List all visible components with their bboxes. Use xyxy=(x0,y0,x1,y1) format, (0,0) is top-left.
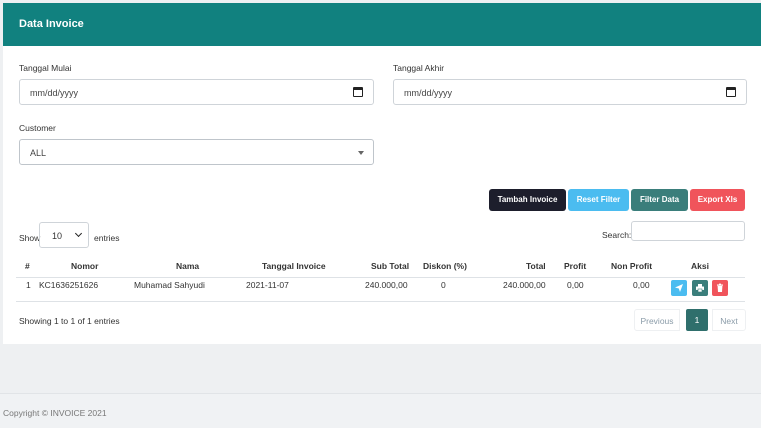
invoice-card: Data Invoice xyxy=(3,3,761,344)
send-icon xyxy=(675,284,683,292)
filter-data-button[interactable]: Filter Data xyxy=(631,189,688,211)
table-info: Showing 1 to 1 of 1 entries xyxy=(19,316,120,326)
send-button[interactable] xyxy=(671,280,687,296)
cell-index: 1 xyxy=(26,280,31,290)
add-invoice-button[interactable]: Tambah Invoice xyxy=(489,189,566,211)
next-page-button[interactable]: Next xyxy=(712,309,746,331)
page-title: Data Invoice xyxy=(3,3,761,46)
calendar-icon[interactable] xyxy=(353,87,363,97)
end-date-input[interactable]: mm/dd/yyyy xyxy=(393,79,747,105)
column-header[interactable]: Tanggal Invoice xyxy=(262,261,326,271)
start-date-input[interactable]: mm/dd/yyyy xyxy=(19,79,374,105)
copyright-text: Copyright © INVOICE 2021 xyxy=(3,408,107,418)
chevron-down-icon xyxy=(74,229,83,238)
previous-page-button[interactable]: Previous xyxy=(634,309,680,331)
table-divider xyxy=(16,301,745,302)
footer: Copyright © INVOICE 2021 xyxy=(0,393,761,428)
delete-button[interactable] xyxy=(712,280,728,296)
customer-selected-value: ALL xyxy=(30,148,47,158)
customer-label: Customer xyxy=(19,123,56,133)
cell-tanggal: 2021-11-07 xyxy=(246,280,289,290)
column-header[interactable]: Non Profit xyxy=(611,261,652,271)
current-page-button[interactable]: 1 xyxy=(686,309,708,331)
cell-profit: 0,00 xyxy=(567,280,584,290)
start-date-placeholder: mm/dd/yyyy xyxy=(30,88,79,98)
cell-diskon: 0 xyxy=(441,280,446,290)
table-divider xyxy=(16,277,745,278)
column-header[interactable]: Total xyxy=(526,261,546,271)
column-header[interactable]: Profit xyxy=(564,261,586,271)
export-xls-button[interactable]: Export Xls xyxy=(690,189,745,211)
end-date-label: Tanggal Akhir xyxy=(393,63,445,73)
cell-nama: Muhamad Sahyudi xyxy=(134,280,205,290)
reset-filter-button[interactable]: Reset Filter xyxy=(568,189,629,211)
start-date-label: Tanggal Mulai xyxy=(19,63,72,73)
column-header[interactable]: Aksi xyxy=(691,261,709,271)
cell-non-profit: 0,00 xyxy=(633,280,650,290)
cell-subtotal: 240.000,00 xyxy=(365,280,408,290)
show-label: Show xyxy=(19,233,41,243)
entries-label: entries xyxy=(94,233,120,243)
column-header[interactable]: Nomor xyxy=(71,261,98,271)
cell-nomor: KC1636251626 xyxy=(39,280,99,290)
entries-value: 10 xyxy=(52,231,63,241)
column-header[interactable]: Nama xyxy=(176,261,199,271)
print-button[interactable] xyxy=(692,280,708,296)
print-icon xyxy=(696,284,704,293)
entries-select[interactable]: 10 xyxy=(39,222,89,248)
customer-select[interactable]: ALL xyxy=(19,139,374,165)
calendar-icon[interactable] xyxy=(726,87,736,97)
search-input[interactable] xyxy=(631,221,745,241)
column-header[interactable]: # xyxy=(25,261,30,271)
cell-total: 240.000,00 xyxy=(503,280,546,290)
column-header[interactable]: Diskon (%) xyxy=(423,261,467,271)
column-header[interactable]: Sub Total xyxy=(371,261,409,271)
end-date-placeholder: mm/dd/yyyy xyxy=(404,88,453,98)
trash-icon xyxy=(717,283,723,292)
caret-down-icon xyxy=(358,151,364,155)
search-label: Search: xyxy=(602,230,632,240)
